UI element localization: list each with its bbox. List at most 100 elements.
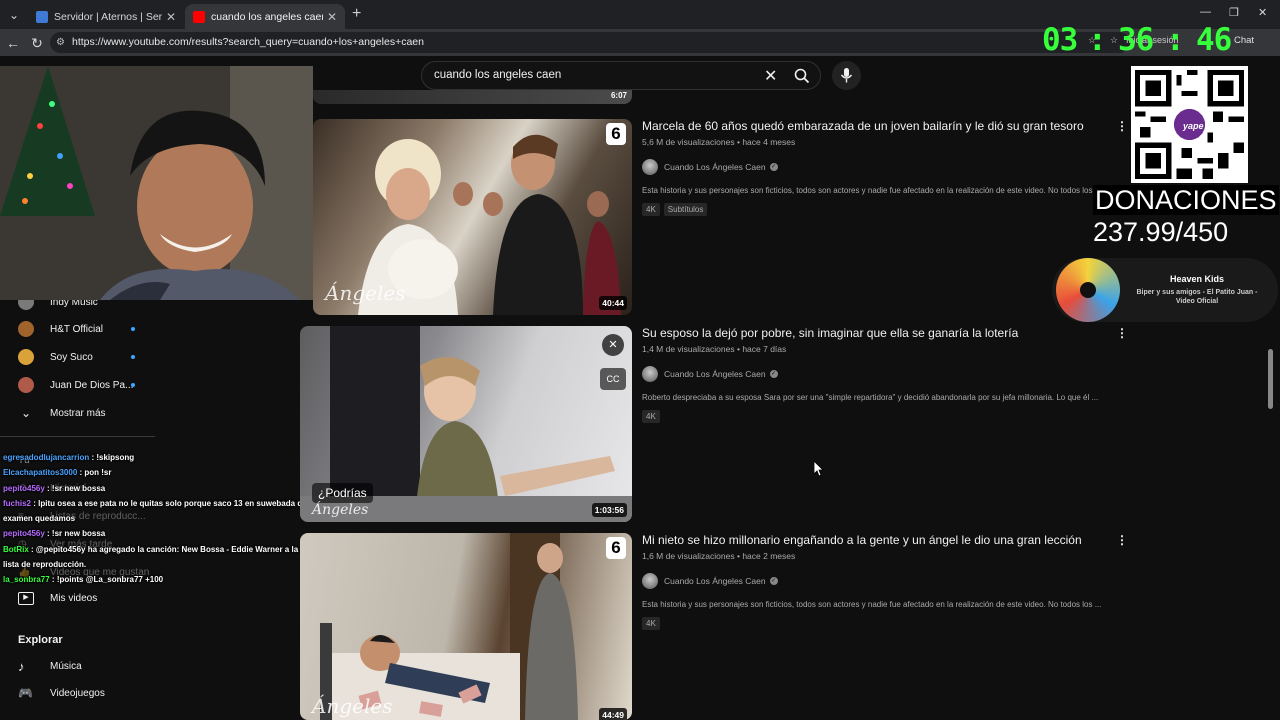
tab-youtube[interactable]: cuando los angeles caen - YouTub ✕: [185, 4, 345, 29]
sidebar-item-soy-suco[interactable]: Soy Suco: [18, 347, 135, 367]
back-arrow-icon[interactable]: ←: [3, 33, 23, 53]
video-duration: 44:49: [599, 708, 627, 720]
channel-link[interactable]: Cuando Los Ángeles Caen ✓: [642, 366, 1112, 382]
channel-link[interactable]: Cuando Los Ángeles Caen ✓: [642, 159, 1112, 175]
chat-label: Chat: [1234, 35, 1255, 46]
search-input[interactable]: cuando los angeles caen: [434, 69, 561, 81]
sidebar-item-music[interactable]: ♪ Música: [18, 656, 82, 676]
video-duration: 6:07: [610, 91, 627, 100]
thumbnail-brand-text: Ángeles: [325, 281, 406, 305]
new-tab-icon[interactable]: +: [352, 5, 361, 23]
video-stats: 1,4 M de visualizaciones • hace 7 días: [642, 344, 787, 354]
reload-icon[interactable]: ↻: [27, 33, 47, 53]
chat-message: BotRix : @pepito456y ha agregado la canc…: [3, 544, 299, 570]
video-thumbnail[interactable]: ✕ CC ¿Podrías Ángeles 1:03:56: [300, 326, 632, 522]
more-options-icon[interactable]: ⋮: [1116, 533, 1128, 547]
video-title[interactable]: Mi nieto se hizo millonario engañando a …: [642, 533, 1112, 548]
clear-search-icon[interactable]: ✕: [764, 66, 777, 86]
sidebar-item-juan-de-dios[interactable]: Juan De Dios Pa...: [18, 375, 135, 395]
video-title[interactable]: Marcela de 60 años quedó embarazada de u…: [642, 119, 1112, 134]
close-tab-icon[interactable]: ✕: [327, 10, 337, 24]
view-count: 1,4 M de visualizaciones: [642, 344, 735, 354]
search-box[interactable]: cuando los angeles caen ✕: [421, 61, 821, 90]
chat-text: !points @La_sonbra77 +100: [56, 575, 164, 585]
channel-name: Cuando Los Ángeles Caen: [664, 369, 766, 379]
youtube-favicon-icon: [193, 10, 205, 23]
site-info-icon[interactable]: ⚙: [56, 32, 65, 53]
chat-text: !skipsong: [96, 453, 135, 462]
chat-username: pepito456y: [3, 483, 45, 493]
sidebar-item-gaming[interactable]: 🎮 Videojuegos: [18, 683, 105, 703]
mouse-cursor-icon: [813, 460, 824, 482]
video-title[interactable]: Su esposo la dejó por pobre, sin imagina…: [642, 326, 1112, 341]
channel-badge-six-icon: 6: [606, 123, 626, 145]
channel-avatar: [642, 573, 658, 589]
verified-check-icon: ✓: [769, 163, 778, 171]
channel-name: Cuando Los Ángeles Caen: [664, 576, 766, 586]
sidebar-item-ht-official[interactable]: H&T Official: [18, 319, 135, 339]
chat-username: egresadodlujancarrion: [3, 453, 90, 462]
maximize-icon[interactable]: ❐: [1229, 6, 1239, 19]
tab-title: cuando los angeles caen - YouTub: [211, 10, 323, 23]
video-result[interactable]: ✕ CC ¿Podrías Ángeles 1:03:56 Su esposo …: [300, 326, 1130, 522]
sidebar-item-my-videos[interactable]: ▶ Mis videos: [18, 588, 97, 608]
search-icon[interactable]: [794, 68, 810, 89]
video-thumbnail[interactable]: 6 Ángeles 40:44: [313, 119, 632, 315]
more-options-icon[interactable]: ⋮: [1116, 326, 1128, 340]
close-tab-icon[interactable]: ✕: [166, 10, 176, 24]
video-result[interactable]: 6 Ángeles 40:44 Marcela de 60 años quedó…: [300, 119, 1130, 315]
sidebar-item-label: Música: [50, 660, 82, 672]
now-playing-title: Heaven Kids: [1169, 274, 1225, 284]
address-bar[interactable]: ⚙ https://www.youtube.com/results?search…: [50, 32, 1130, 53]
video-stats: 1,6 M de visualizaciones • hace 2 meses: [642, 551, 796, 561]
new-content-dot: [131, 383, 135, 387]
voice-search-button[interactable]: [832, 61, 861, 90]
channel-avatar: [642, 159, 658, 175]
closed-captions-icon[interactable]: CC: [600, 368, 626, 390]
page-scrollbar[interactable]: [1268, 349, 1273, 409]
webcam-overlay: [0, 66, 313, 300]
video-duration: 40:44: [599, 296, 627, 310]
sidebar-item-label: Videojuegos: [50, 687, 105, 699]
video-meta: Marcela de 60 años quedó embarazada de u…: [642, 119, 1112, 216]
screen: { "browser": { "tabs": [ {"title": "Serv…: [0, 0, 1280, 720]
view-count: 1,6 M de visualizaciones: [642, 551, 735, 561]
thumbnail-scene-image: [320, 533, 578, 720]
show-more-label: Mostrar más: [50, 407, 106, 419]
minimize-icon[interactable]: —: [1200, 6, 1211, 18]
video-description: Roberto despreciaba a su esposa Sara por…: [642, 393, 1099, 402]
video-description: Esta historia y sus personajes son ficti…: [642, 186, 1102, 195]
chat-username: fuchis2: [3, 498, 32, 508]
sidebar-item-label: Soy Suco: [50, 351, 93, 363]
channel-link[interactable]: Cuando Los Ángeles Caen ✓: [642, 573, 1112, 589]
remove-from-queue-icon[interactable]: ✕: [602, 334, 624, 356]
stream-chat-overlay: egresadodlujancarrion : !skipsong Elcach…: [3, 450, 308, 588]
sidebar-item-label: Juan De Dios Pa...: [50, 379, 134, 391]
chat-text: @pepito456y ha agregado la canción: New …: [3, 544, 299, 570]
tab-search-chevron-icon[interactable]: ⌄: [4, 5, 24, 25]
badge-subtitles: Subtítulos: [663, 203, 708, 216]
view-count: 5,6 M de visualizaciones: [642, 137, 735, 147]
more-options-icon[interactable]: ⋮: [1116, 119, 1128, 133]
previous-video-thumbnail[interactable]: 6:07: [313, 90, 632, 104]
donations-value: 237.99/450: [1093, 217, 1229, 247]
extension-star-icon[interactable]: ☆: [1110, 35, 1118, 46]
chat-button[interactable]: Chat: [1234, 35, 1254, 46]
now-playing-widget: Heaven Kids Biper y sus amigos - El Pati…: [1052, 258, 1278, 322]
video-result[interactable]: 6 Ángeles 44:49 Mi nieto se hizo millona…: [300, 533, 1130, 720]
donation-qr-code: yape: [1131, 66, 1248, 183]
show-more-button[interactable]: ⌄ Mostrar más: [18, 403, 106, 423]
upload-age: hace 4 meses: [742, 137, 796, 147]
video-thumbnail[interactable]: 6 Ángeles 44:49: [300, 533, 632, 720]
video-stats: 5,6 M de visualizaciones • hace 4 meses: [642, 137, 796, 147]
chat-message: la_sonbra77 : !points @La_sonbra77 +100: [3, 575, 164, 585]
tab-title: Servidor | Aternos | Servidor de M: [54, 10, 162, 23]
sidebar-divider: [0, 436, 155, 437]
chat-message: fuchis2 : lpitu osea a ese pata no le qu…: [3, 498, 307, 524]
close-window-icon[interactable]: ✕: [1258, 6, 1267, 19]
video-badges: 4K: [642, 617, 1112, 630]
tab-aternos[interactable]: Servidor | Aternos | Servidor de M ✕: [28, 4, 184, 29]
video-meta: Su esposo la dejó por pobre, sin imagina…: [642, 326, 1112, 423]
chat-text: !sr new bossa: [51, 483, 106, 493]
webcam-scene-image: [0, 66, 313, 300]
